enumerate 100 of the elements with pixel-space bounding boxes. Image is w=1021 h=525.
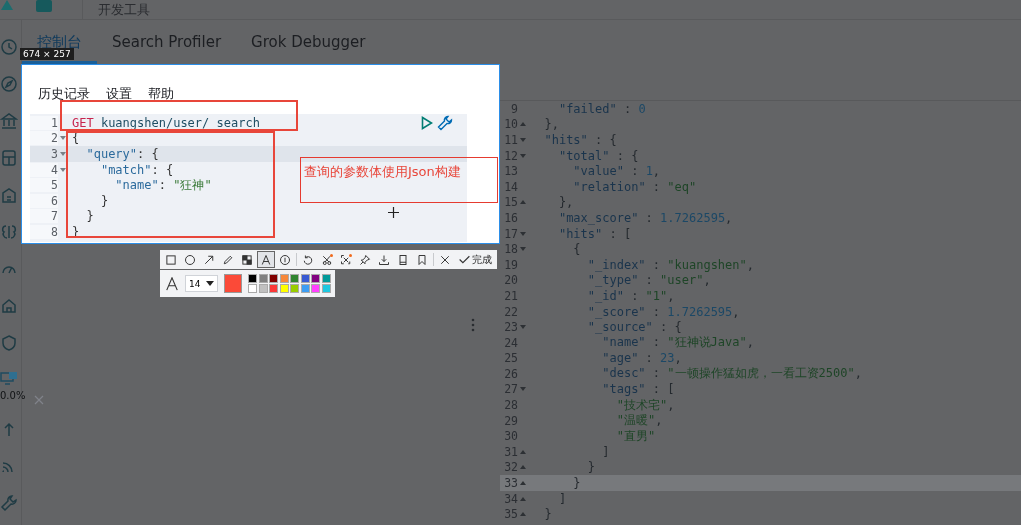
color-swatch[interactable] xyxy=(248,273,258,283)
line-number: 16 xyxy=(503,210,518,225)
fold-arrow-icon[interactable] xyxy=(520,512,526,517)
brain-icon[interactable] xyxy=(0,223,18,241)
line-number: 7 xyxy=(30,209,58,224)
status-percent: 0.0% xyxy=(0,390,26,401)
drag-handle-icon[interactable] xyxy=(471,317,475,332)
menu-item[interactable]: 历史记录 xyxy=(38,85,90,103)
color-swatch[interactable] xyxy=(311,273,321,283)
current-color-swatch[interactable] xyxy=(224,274,243,293)
fold-arrow-icon[interactable] xyxy=(59,167,66,172)
fold-arrow-icon[interactable] xyxy=(520,138,526,142)
code-line: { xyxy=(572,242,581,257)
code-line: } xyxy=(99,193,109,208)
color-swatch[interactable] xyxy=(279,273,289,283)
shield-icon[interactable] xyxy=(0,334,18,352)
code-line: "温暖", xyxy=(615,412,663,430)
code-line: "max_score" : 1.7262595, xyxy=(557,210,733,225)
fold-arrow-icon[interactable] xyxy=(520,481,526,486)
line-number: 9 xyxy=(510,101,518,116)
line-number: 32 xyxy=(503,460,518,475)
app-icon xyxy=(36,0,52,12)
line-number: 4 xyxy=(30,162,58,177)
fold-arrow-icon[interactable] xyxy=(520,122,526,127)
line-number: 27 xyxy=(503,382,518,397)
fold-arrow-icon[interactable] xyxy=(59,152,66,156)
size-label: 674 × 257 xyxy=(20,48,74,60)
line-number: 20 xyxy=(503,273,518,288)
monitor-icon[interactable] xyxy=(0,371,18,387)
compass-icon[interactable] xyxy=(0,75,18,93)
color-swatch[interactable] xyxy=(300,284,310,294)
color-swatch[interactable] xyxy=(269,284,279,294)
font-icon xyxy=(165,276,179,291)
line-number: 17 xyxy=(503,226,518,241)
font-size-select[interactable]: 14 xyxy=(185,275,219,292)
color-swatch[interactable] xyxy=(300,273,310,283)
color-swatch[interactable] xyxy=(269,273,279,283)
code-line: "age" : 23, xyxy=(601,351,682,366)
color-swatch[interactable] xyxy=(321,284,331,294)
code-line: "match": { xyxy=(99,162,174,177)
color-swatch[interactable] xyxy=(258,284,268,294)
code-line: GET kuangshen/user/_search xyxy=(71,115,260,130)
building-icon[interactable] xyxy=(0,186,18,204)
code-line: "_source" : { xyxy=(586,320,682,335)
line-number: 26 xyxy=(503,366,518,381)
line-number: 33 xyxy=(503,476,518,491)
line-number: 15 xyxy=(503,195,518,210)
fold-arrow-icon[interactable] xyxy=(520,387,526,392)
clock-icon[interactable] xyxy=(0,38,18,56)
line-number: 8 xyxy=(30,224,58,239)
line-number: 23 xyxy=(503,320,518,335)
line-number: 22 xyxy=(503,304,518,319)
code-line: "_id" : "1", xyxy=(586,288,675,303)
code-line: }, xyxy=(543,117,559,132)
text-tool-icon[interactable] xyxy=(257,251,275,268)
code-line: "hits" : [ xyxy=(557,226,632,241)
fold-arrow-icon[interactable] xyxy=(520,465,526,470)
layout-icon[interactable] xyxy=(0,149,18,167)
menu-item[interactable]: 设置 xyxy=(106,85,132,103)
line-number: 13 xyxy=(503,164,518,179)
color-swatch[interactable] xyxy=(290,273,300,283)
code-line: "relation" : "eq" xyxy=(572,179,697,194)
check-icon xyxy=(458,253,471,266)
annotation-text[interactable]: 查询的参数体使用Json构建 xyxy=(300,157,498,203)
home-icon[interactable] xyxy=(0,297,18,315)
line-number: 1 xyxy=(30,115,58,130)
color-swatch[interactable] xyxy=(290,284,300,294)
fold-arrow-icon[interactable] xyxy=(520,496,526,501)
code-line: }, xyxy=(557,195,574,210)
code-line: "_score" : 1.7262595, xyxy=(586,304,740,319)
wrench-icon[interactable] xyxy=(437,115,453,131)
done-button[interactable]: 完成 xyxy=(455,251,495,268)
menu-item[interactable]: 帮助 xyxy=(148,85,174,103)
fold-arrow-icon[interactable] xyxy=(520,200,526,205)
line-number: 18 xyxy=(503,242,518,257)
fold-arrow-icon[interactable] xyxy=(520,247,526,252)
code-line: "_index" : "kuangshen", xyxy=(586,257,754,272)
code-line: "tags" : [ xyxy=(601,382,675,397)
code-line: "failed" : 0 xyxy=(557,101,646,116)
line-number: 34 xyxy=(503,491,518,506)
code-line: "value" : 1, xyxy=(572,164,661,179)
color-swatch[interactable] xyxy=(279,284,289,294)
color-swatch[interactable] xyxy=(258,273,268,283)
line-number: 19 xyxy=(503,257,518,272)
color-swatch[interactable] xyxy=(311,284,321,294)
line-number: 10 xyxy=(503,117,518,132)
color-swatch[interactable] xyxy=(321,273,331,283)
fold-arrow-icon[interactable] xyxy=(520,153,526,158)
code-line: } xyxy=(572,476,581,491)
fold-arrow-icon[interactable] xyxy=(520,325,526,330)
line-number: 5 xyxy=(30,178,58,193)
bank-icon[interactable] xyxy=(0,112,18,130)
fold-arrow-icon[interactable] xyxy=(520,231,526,236)
wrench-icon[interactable] xyxy=(0,494,18,512)
color-swatch[interactable] xyxy=(248,284,258,294)
fold-arrow-icon[interactable] xyxy=(520,449,526,454)
fold-arrow-icon[interactable] xyxy=(59,136,66,141)
line-number: 29 xyxy=(503,413,518,428)
code-line: "name" : "狂神说Java", xyxy=(601,334,754,352)
play-icon[interactable] xyxy=(421,116,433,130)
